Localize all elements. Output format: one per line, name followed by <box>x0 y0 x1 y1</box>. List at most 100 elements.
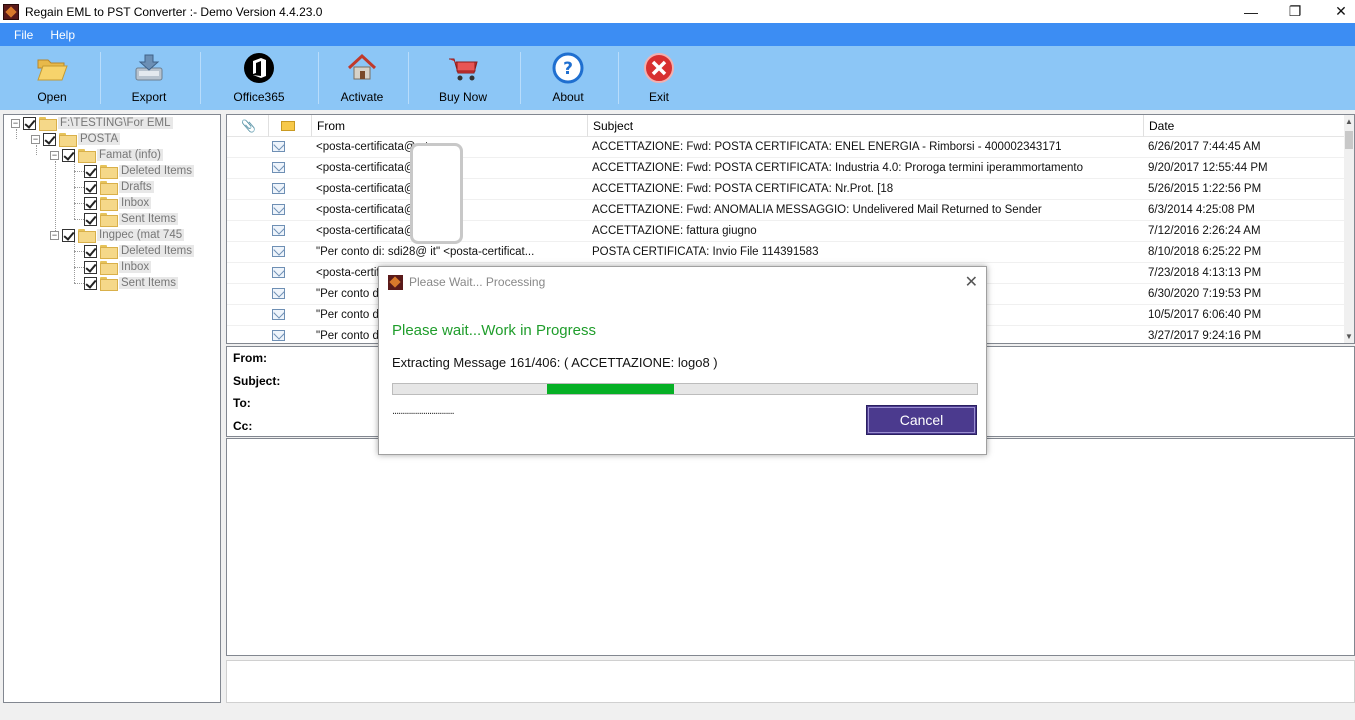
tree-node-ingpec[interactable]: − Ingpec (mat 745 <box>50 227 185 243</box>
column-from[interactable]: From <box>312 115 588 137</box>
menu-help[interactable]: Help <box>43 28 82 42</box>
menu-file[interactable]: File <box>7 28 40 42</box>
office365-button[interactable]: Office365 <box>228 46 290 108</box>
collapse-icon[interactable]: − <box>31 134 40 144</box>
folder-icon <box>59 133 77 147</box>
svg-text:?: ? <box>563 59 573 79</box>
message-row[interactable]: "Per conto di: sdi28@ it" <posta-certifi… <box>227 242 1346 263</box>
cart-icon <box>447 52 479 84</box>
toolbar-separator <box>100 52 101 104</box>
message-date: 7/12/2016 2:26:24 AM <box>1148 225 1261 237</box>
progress-dialog: Please Wait... Processing ✕ Please wait.… <box>378 266 987 455</box>
redaction-box <box>410 143 463 244</box>
status-bar <box>226 660 1355 703</box>
checkbox[interactable] <box>84 212 97 226</box>
column-date[interactable]: Date <box>1144 115 1346 137</box>
tree-node-deleted-items[interactable]: Deleted Items <box>84 243 194 259</box>
checkbox[interactable] <box>43 132 56 146</box>
message-row[interactable]: <posta-certificata@p t>, ACCETTAZIONE: Fw… <box>227 137 1346 158</box>
checkbox[interactable] <box>84 180 97 194</box>
folder-icon <box>78 149 96 163</box>
preview-from-label: From: <box>233 351 267 365</box>
checkbox[interactable] <box>62 148 75 162</box>
envelope-icon <box>272 330 285 341</box>
checkbox[interactable] <box>84 276 97 290</box>
preview-subject-label: Subject: <box>233 374 281 388</box>
toolbar-separator <box>408 52 409 104</box>
tree-connector <box>74 161 75 219</box>
buy-now-button[interactable]: Buy Now <box>430 46 496 108</box>
checkbox[interactable] <box>62 228 75 242</box>
checkbox[interactable] <box>23 116 36 130</box>
office365-icon <box>243 52 275 84</box>
app-icon <box>3 3 19 20</box>
message-row[interactable]: <posta-certificata@p t>, ACCETTAZIONE: Fw… <box>227 179 1346 200</box>
checkbox[interactable] <box>84 244 97 258</box>
message-date: 8/10/2018 6:25:22 PM <box>1148 246 1262 258</box>
folder-icon <box>100 213 118 227</box>
collapse-icon[interactable]: − <box>50 150 59 160</box>
folder-icon <box>39 117 57 131</box>
folder-icon <box>100 277 118 291</box>
tree-node-posta[interactable]: − POSTA <box>31 131 121 147</box>
activate-button[interactable]: Activate <box>332 46 392 108</box>
message-date: 9/20/2017 12:55:44 PM <box>1148 162 1268 174</box>
minimize-icon[interactable]: — <box>1228 0 1274 23</box>
tree-connector <box>74 187 84 188</box>
column-attachment[interactable]: 📎 <box>227 115 269 137</box>
message-subject: ACCETTAZIONE: Fwd: POSTA CERTIFICATA: EN… <box>592 141 1062 153</box>
envelope-icon <box>272 141 285 152</box>
cancel-button[interactable]: Cancel <box>866 405 977 435</box>
toolbar-separator <box>200 52 201 104</box>
close-icon[interactable]: ✕ <box>965 272 978 292</box>
checkbox[interactable] <box>84 164 97 178</box>
checkbox[interactable] <box>84 196 97 210</box>
activate-house-icon <box>346 52 378 84</box>
message-row[interactable]: <posta-certificata@p t>, ACCETTAZIONE: Fw… <box>227 200 1346 221</box>
collapse-icon[interactable]: − <box>11 118 20 128</box>
collapse-icon[interactable]: − <box>50 230 59 240</box>
folder-icon <box>100 165 118 179</box>
tree-node-famat[interactable]: − Famat (info) <box>50 147 163 163</box>
envelope-icon <box>272 267 285 278</box>
envelope-icon <box>272 225 285 236</box>
close-icon[interactable]: ✕ <box>1318 0 1355 23</box>
open-button[interactable]: Open <box>22 46 82 108</box>
export-icon <box>133 52 165 84</box>
exit-button[interactable]: Exit <box>632 46 686 108</box>
restore-icon[interactable]: ❐ <box>1272 0 1318 23</box>
scroll-up-icon[interactable]: ▲ <box>1344 117 1354 126</box>
toolbar-separator <box>520 52 521 104</box>
message-row[interactable]: <posta-certificata@p t>, ACCETTAZIONE: fa… <box>227 221 1346 242</box>
preview-body <box>226 438 1355 656</box>
message-date: 6/3/2014 4:25:08 PM <box>1148 204 1255 216</box>
message-row[interactable]: <posta-certificata@p t>, ACCETTAZIONE: Fw… <box>227 158 1346 179</box>
tree-node-root[interactable]: − F:\TESTING\For EML <box>11 115 173 131</box>
tree-node-drafts[interactable]: Drafts <box>84 179 154 195</box>
tree-connector <box>74 241 75 283</box>
checkbox[interactable] <box>84 260 97 274</box>
tree-node-inbox[interactable]: Inbox <box>84 195 152 211</box>
folder-icon <box>100 197 118 211</box>
vertical-scrollbar[interactable]: ▲ ▼ <box>1344 115 1354 343</box>
export-button[interactable]: Export <box>118 46 180 108</box>
tree-connector <box>74 267 84 268</box>
tree-connector <box>74 283 84 284</box>
window-title: Regain EML to PST Converter :- Demo Vers… <box>25 4 323 19</box>
tree-node-inbox[interactable]: Inbox <box>84 259 152 275</box>
envelope-icon <box>272 246 285 257</box>
progress-bar <box>392 383 978 395</box>
tree-node-sent-items[interactable]: Sent Items <box>84 211 178 227</box>
message-subject: ACCETTAZIONE: Fwd: ANOMALIA MESSAGGIO: U… <box>592 204 1042 216</box>
tree-node-sent-items[interactable]: Sent Items <box>84 275 178 291</box>
tree-node-deleted-items[interactable]: Deleted Items <box>84 163 194 179</box>
toolbar-separator <box>318 52 319 104</box>
column-subject[interactable]: Subject <box>588 115 1144 137</box>
preview-to-label: To: <box>233 396 251 410</box>
tree-connector <box>74 219 84 220</box>
column-type[interactable] <box>269 115 312 137</box>
scroll-thumb[interactable] <box>1345 131 1353 149</box>
scroll-down-icon[interactable]: ▼ <box>1344 332 1354 341</box>
about-button[interactable]: ? About <box>540 46 596 108</box>
message-date: 6/30/2020 7:19:53 PM <box>1148 288 1262 300</box>
